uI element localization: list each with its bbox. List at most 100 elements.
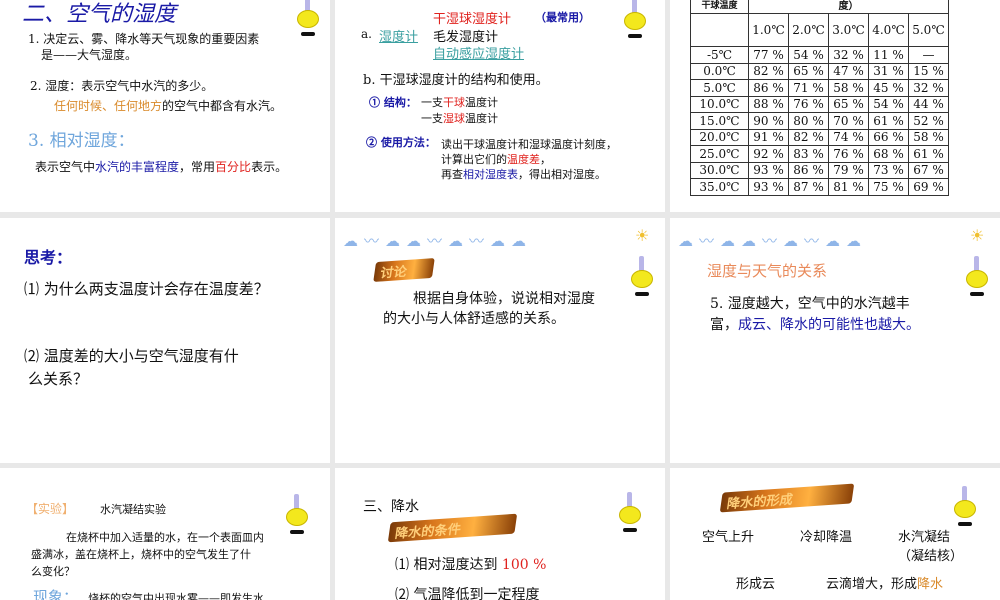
slide-thumbnail-2[interactable]: 干湿球湿度计 （最常用） a. 湿度计 毛发湿度计 自动感应湿度计 b. 干湿球… [335,0,665,212]
candle-mascot-icon [284,494,310,536]
text: 根据自身体验，说说相对湿度 [413,291,595,307]
text: 5. 湿度越大，空气中的水汽越丰 [710,296,910,312]
row-header: 25.0℃ [690,145,749,163]
t: 表示空气中 [35,160,96,174]
column-header: 2.0℃ [788,13,829,47]
text: 么变化？ [31,565,75,578]
cloud-border-icon: ☁〰☁☁〰☁〰☁☁ [343,232,533,250]
slide-thumbnail-6[interactable]: ☁〰☁☁〰☁〰☁☁ ☀ 湿度与天气的关系 5. 湿度越大，空气中的水汽越丰 富，… [670,218,1000,463]
table-cell: 86 % [748,79,789,97]
table-cell: 75 % [868,178,909,196]
link[interactable]: 湿度计 [379,26,418,45]
t: ⑴ 相对湿度达到 [395,557,502,573]
table-cell: 86 % [788,161,829,179]
text: 一支湿球温度计 [421,110,498,126]
step-text: 云滴增大，形成降水 [826,573,943,592]
table-cell: 31 % [868,62,909,80]
table-cell: 11 % [868,46,909,64]
table-cell: 32 % [828,46,869,64]
text: ② 使用方法： [366,136,436,149]
table-cell: 93 % [748,161,789,179]
text: 再查相对湿度表，得出相对湿度。 [441,166,606,182]
slide-thumbnail-8[interactable]: 三、降水 降水的条件 ⑴ 相对湿度达到 100 % ⑵ 气温降低到一定程度 [335,468,665,600]
t: 表示。 [251,160,288,174]
highlight: 任何时候、任何地方 [54,99,163,113]
row-header: -5℃ [690,46,749,64]
table-cell: 15 % [908,62,949,80]
t: 温度差 [507,153,540,166]
table-cell: 88 % [748,95,789,113]
table-cell: 69 % [908,178,949,196]
step-text: 形成云 [736,577,776,592]
row-header: 5.0℃ [690,79,749,97]
table-cell: 76 % [788,95,829,113]
slide-thumbnail-5[interactable]: ☁〰☁☁〰☁〰☁☁ ☀ 讨论 根据自身体验，说说相对湿度 的大小与人体舒适感的关… [335,218,665,463]
row-header: 20.0℃ [690,128,749,146]
row-header: 10.0℃ [690,95,749,113]
text: ⑴ 相对湿度达到 100 % [395,554,546,574]
t: 再查 [441,168,463,181]
text: ⑵ 气温降低到一定程度 [395,587,540,600]
t: 干球 [443,96,465,109]
table-title: 度） [748,0,949,14]
text: 2. 湿度：表示空气中水汽的多少。 [30,79,214,93]
slide-thumbnail-1[interactable]: 二、空气的湿度 1. 决定云、雾、降水等天气现象的重要因素 是——大气湿度。 2… [0,0,330,212]
table-cell: 32 % [908,79,949,97]
slide-title: 思考： [24,248,73,267]
step-text: 空气上升 [702,530,755,545]
table-cell: 70 % [828,112,869,130]
table-cell: 65 % [828,95,869,113]
step-text: 冷却降温 [800,530,853,545]
link[interactable]: 自动感应湿度计 [433,43,524,62]
row-header: 0.0℃ [690,62,749,80]
column-header: 5.0℃ [908,13,949,47]
t: 云滴增大，形成 [826,577,918,592]
t: 湿球 [443,112,465,125]
table-cell: 93 % [748,178,789,196]
slide-thumbnail-7[interactable]: 【实验】 水汽凝结实验 在烧杯中加入适量的水，在一个表面皿内 盛满冰，盖在烧杯上… [0,468,330,600]
table-cell: 66 % [868,128,909,146]
table-cell: 74 % [828,128,869,146]
heading: 现象： [33,588,79,600]
slide-title: 二、空气的湿度 [22,2,177,27]
table-cell: 87 % [788,178,829,196]
t: 相对湿度表 [463,168,518,181]
t: 成云、降水的可能性也越大。 [738,317,920,333]
slide-thumbnail-9[interactable]: 降水的形成 空气上升 冷却降温 水汽凝结 （凝结核） 形成云 云滴增大，形成降水 [670,468,1000,600]
text: 在烧杯中加入适量的水，在一个表面皿内 [66,531,264,544]
text: 1. 决定云、雾、降水等天气现象的重要因素 [28,32,260,46]
table-cell: 45 % [868,79,909,97]
tag: 【实验】 [26,502,75,516]
table-cell: 92 % [748,145,789,163]
wordart-title: 讨论 [373,258,435,282]
t: 一支 [421,112,443,125]
row-header: 30.0℃ [690,161,749,179]
text: 富，成云、降水的可能性也越大。 [710,314,920,334]
table-row: 0.0℃ 82 % 65 % 47 % 31 % 15 % [690,62,949,80]
corner-header: 干球温度 [690,0,749,14]
slide-thumbnail-4[interactable]: 思考： ⑴ 为什么两支温度计会存在温度差？ ⑵ 温度差的大小与空气湿度有什 么关… [0,218,330,463]
text: 表示空气中水汽的丰富程度，常用百分比表示。 [35,158,287,175]
candle-mascot-icon [295,0,321,38]
table-row: 30.0℃ 93 % 86 % 79 % 73 % 67 % [690,161,949,179]
table-row: 10.0℃ 88 % 76 % 65 % 54 % 44 % [690,95,949,113]
table-row: 15.0℃ 90 % 80 % 70 % 61 % 52 % [690,112,949,130]
table-cell: 58 % [908,128,949,146]
text: 么关系？ [28,370,89,388]
table-cell: 83 % [788,145,829,163]
wordart-title: 降水的形成 [719,483,855,513]
slide-title: 湿度与天气的关系 [707,262,828,280]
column-header: 4.0℃ [868,13,909,47]
text: 计算出它们的温度差， [441,151,551,167]
table-cell: 81 % [828,178,869,196]
text: 水汽凝结实验 [100,503,166,516]
table-cell: 54 % [788,46,829,64]
table-cell: 47 % [828,62,869,80]
text: 烧杯的空气中出现水雾——即发生水 [88,592,264,600]
text: ① 结构： [369,96,417,109]
text: b. 干湿球湿度计的结构和使用。 [363,73,549,88]
t: 温度计 [465,96,498,109]
slide-thumbnail-3[interactable]: 干球温度 度） 1.0℃ 2.0℃ 3.0℃ 4.0℃ 5.0℃ -5℃ 77 % 54 % 3… [670,0,1000,212]
t: ， [540,153,551,166]
table-cell: 67 % [908,161,949,179]
